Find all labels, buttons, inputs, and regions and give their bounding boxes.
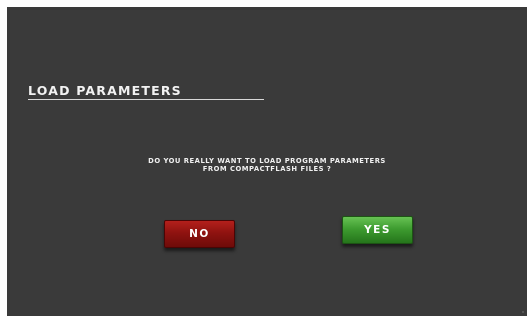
- title-underline: [28, 99, 264, 100]
- confirmation-line-1: DO YOU REALLY WANT TO LOAD PROGRAM PARAM…: [148, 157, 386, 165]
- yes-button[interactable]: YES: [342, 216, 413, 244]
- dialog-title: LOAD PARAMETERS: [28, 83, 182, 98]
- load-parameters-screen: LOAD PARAMETERS DO YOU REALLY WANT TO LO…: [7, 7, 527, 316]
- corner-marker: [522, 311, 524, 313]
- confirmation-line-2: FROM COMPACTFLASH FILES ?: [202, 165, 332, 173]
- no-button[interactable]: NO: [164, 220, 235, 248]
- confirmation-message: DO YOU REALLY WANT TO LOAD PROGRAM PARAM…: [7, 157, 527, 173]
